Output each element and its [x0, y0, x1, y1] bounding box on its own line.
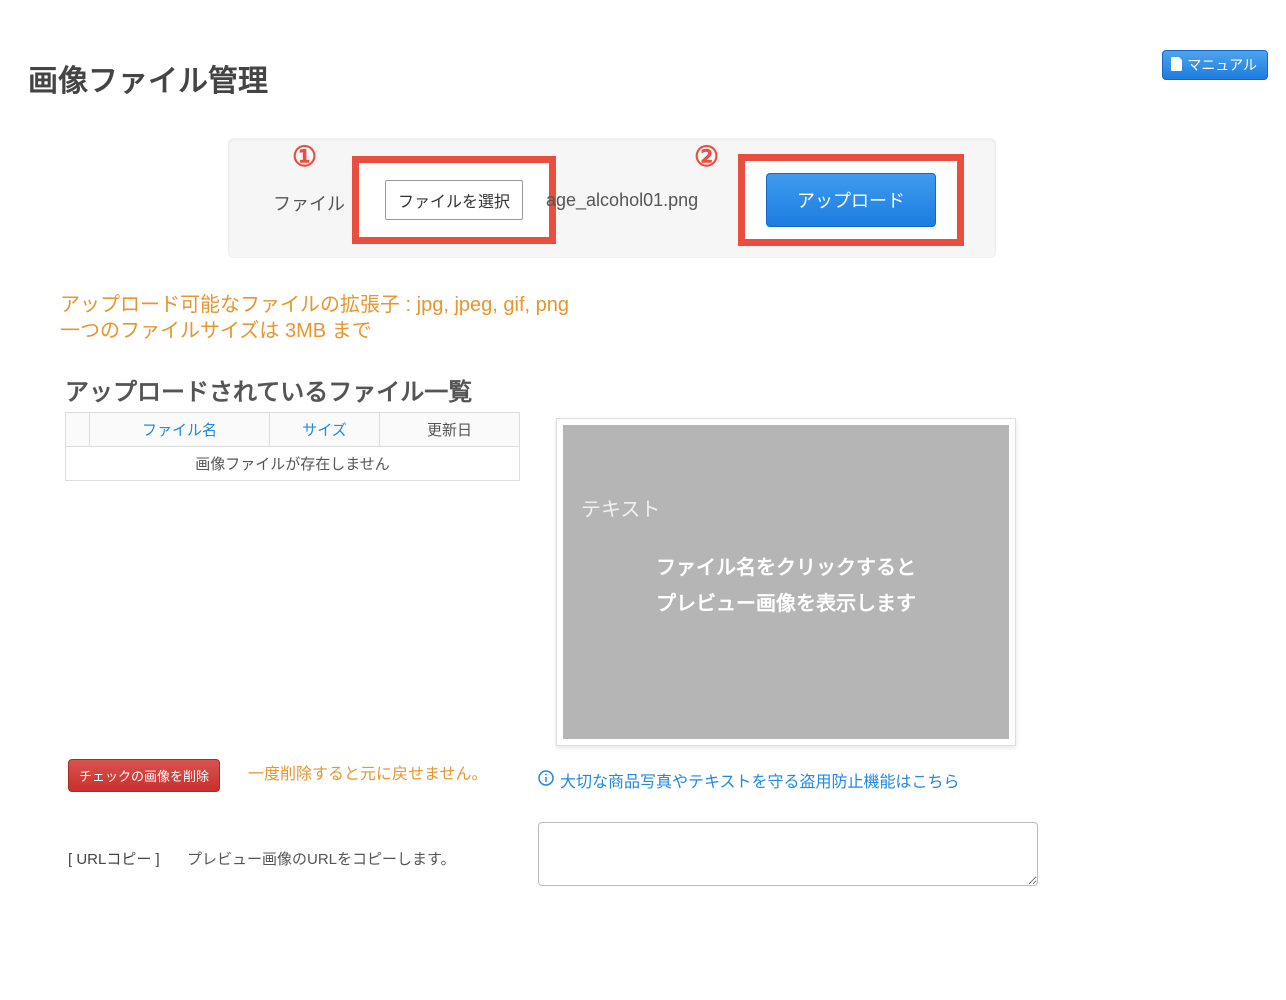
upload-help-text: アップロード可能なファイルの拡張子 : jpg, jpeg, gif, png …: [60, 292, 569, 344]
table-empty-row: 画像ファイルが存在しません: [66, 447, 520, 481]
upload-button[interactable]: アップロード: [766, 173, 936, 227]
preview-panel: テキスト ファイル名をクリックすると プレビュー画像を表示します: [556, 418, 1016, 746]
preview-msg-2: プレビュー画像を表示します: [581, 586, 991, 622]
col-size[interactable]: サイズ: [270, 413, 380, 447]
document-icon: [1171, 57, 1183, 74]
theft-prevention-link[interactable]: 大切な商品写真やテキストを守る盗用防止機能はこちら: [538, 768, 960, 792]
table-header-row: ファイル名 サイズ 更新日: [66, 413, 520, 447]
preview-text-label: テキスト: [581, 493, 991, 522]
col-date: 更新日: [380, 413, 520, 447]
empty-message: 画像ファイルが存在しません: [66, 447, 520, 481]
info-icon: [538, 770, 554, 791]
col-filename[interactable]: ファイル名: [90, 413, 270, 447]
file-field-label: ファイル: [273, 190, 345, 216]
file-list-table: ファイル名 サイズ 更新日 画像ファイルが存在しません: [65, 412, 520, 481]
callout-2: ②: [694, 140, 719, 173]
theft-link-label: 大切な商品写真やテキストを守る盗用防止機能はこちら: [560, 768, 960, 792]
urlcopy-desc: プレビュー画像のURLをコピーします。: [187, 848, 456, 869]
highlight-choose-file: ファイルを選択: [352, 156, 556, 244]
help-line-1: アップロード可能なファイルの拡張子 : jpg, jpeg, gif, png: [60, 292, 569, 318]
manual-button[interactable]: マニュアル: [1162, 50, 1268, 80]
url-copy-textarea[interactable]: [538, 822, 1038, 886]
delete-warning: 一度削除すると元に戻せません。: [248, 760, 488, 784]
manual-label: マニュアル: [1187, 55, 1257, 75]
page-title: 画像ファイル管理: [28, 56, 268, 100]
selected-filename: age_alcohol01.png: [546, 190, 698, 211]
help-line-2: 一つのファイルサイズは 3MB まで: [60, 318, 569, 344]
urlcopy-label: [ URLコピー ]: [68, 848, 160, 869]
choose-file-button[interactable]: ファイルを選択: [385, 180, 523, 220]
preview-message: ファイル名をクリックすると プレビュー画像を表示します: [581, 550, 991, 622]
delete-checked-button[interactable]: チェックの画像を削除: [68, 759, 220, 792]
col-check: [66, 413, 90, 447]
highlight-upload: アップロード: [738, 154, 964, 246]
preview-msg-1: ファイル名をクリックすると: [581, 550, 991, 586]
file-list-title: アップロードされているファイル一覧: [65, 372, 472, 407]
callout-1: ①: [292, 140, 317, 173]
